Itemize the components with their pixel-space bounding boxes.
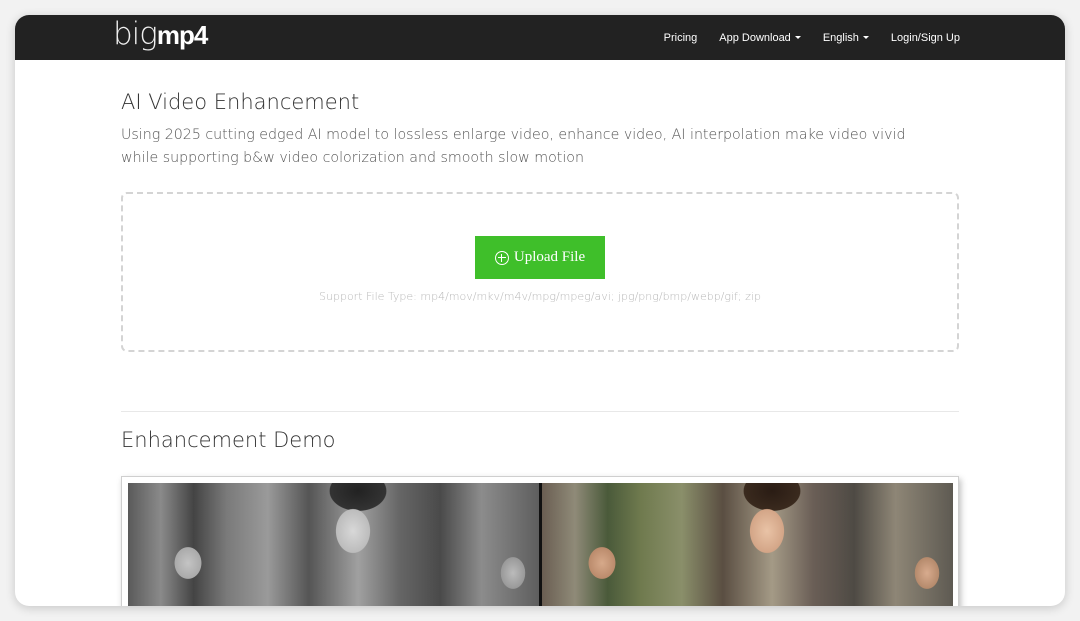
nav-login-signup-label: Login/Sign Up — [890, 31, 960, 44]
bigmp4-logo[interactable]: big mp4 — [113, 16, 208, 56]
nav-menu: Pricing App Download English Login/Sign … — [642, 15, 960, 60]
page-title: AI Video Enhancement — [121, 90, 360, 114]
demo-section-title: Enhancement Demo — [121, 428, 336, 452]
nav-language[interactable]: English — [823, 32, 869, 44]
nav-app-download[interactable]: App Download — [719, 32, 801, 44]
demo-before-image — [128, 483, 539, 606]
caret-down-icon — [862, 36, 869, 39]
browser-window: big mp4 Pricing App Download English Log… — [15, 15, 1065, 606]
logo-text-thin: big — [113, 16, 158, 52]
upload-button-label: Upload File — [513, 249, 586, 265]
logo-text-bold: mp4 — [156, 20, 208, 50]
nav-app-download-label: App Download — [719, 31, 791, 44]
demo-images — [128, 483, 953, 606]
caret-down-icon — [794, 36, 801, 39]
section-divider — [121, 411, 959, 412]
page-description: Using 2025 cutting edged AI model to los… — [121, 127, 906, 166]
nav-login-signup[interactable]: Login/Sign Up — [891, 32, 960, 44]
nav-pricing[interactable]: Pricing — [664, 32, 698, 44]
nav-language-label: English — [822, 31, 859, 44]
upload-file-button[interactable]: Upload File — [475, 236, 605, 279]
demo-comparison-frame — [121, 476, 959, 606]
plus-circle-icon — [494, 250, 509, 265]
top-navbar: big mp4 Pricing App Download English Log… — [15, 15, 1065, 60]
upload-dropzone[interactable]: Upload File Support File Type: mp4/mov/m… — [121, 192, 959, 352]
nav-pricing-label: Pricing — [663, 31, 698, 44]
supported-file-types: Support File Type: mp4/mov/mkv/m4v/mpg/m… — [319, 290, 761, 303]
demo-after-image — [542, 483, 953, 606]
